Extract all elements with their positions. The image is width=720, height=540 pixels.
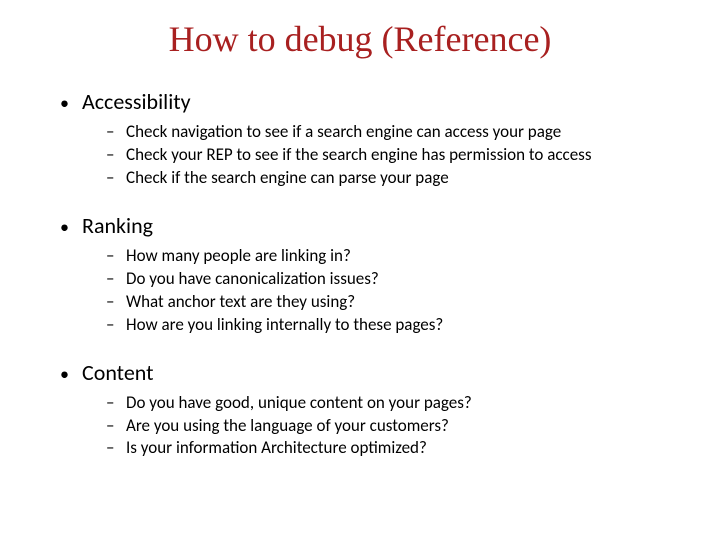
section-content: • Content –Do you have good, unique cont… [60, 359, 680, 461]
dash-icon: – [106, 245, 126, 268]
bullet-icon: • [60, 218, 82, 236]
dash-icon: – [106, 144, 126, 167]
bullet-list: • Accessibility –Check navigation to see… [40, 88, 680, 460]
section-header: • Content [60, 359, 680, 386]
item-text: How are you linking internally to these … [126, 314, 443, 337]
slide-title: How to debug (Reference) [40, 18, 680, 60]
item-text: Check navigation to see if a search engi… [126, 121, 561, 144]
list-item: –What anchor text are they using? [106, 291, 680, 314]
dash-icon: – [106, 314, 126, 337]
item-text: Check your REP to see if the search engi… [126, 144, 591, 167]
section-accessibility: • Accessibility –Check navigation to see… [60, 88, 680, 190]
sub-list: –How many people are linking in? –Do you… [60, 245, 680, 337]
dash-icon: – [106, 268, 126, 291]
section-label: Ranking [82, 212, 153, 239]
slide: How to debug (Reference) • Accessibility… [0, 0, 720, 540]
list-item: –Check navigation to see if a search eng… [106, 121, 680, 144]
list-item: –Is your information Architecture optimi… [106, 437, 680, 460]
list-item: –Do you have good, unique content on you… [106, 392, 680, 415]
dash-icon: – [106, 392, 126, 415]
section-label: Content [82, 359, 154, 386]
bullet-icon: • [60, 365, 82, 383]
item-text: How many people are linking in? [126, 245, 351, 268]
dash-icon: – [106, 167, 126, 190]
sub-list: –Do you have good, unique content on you… [60, 392, 680, 461]
list-item: –Do you have canonicalization issues? [106, 268, 680, 291]
dash-icon: – [106, 415, 126, 438]
item-text: Check if the search engine can parse you… [126, 167, 449, 190]
section-header: • Ranking [60, 212, 680, 239]
bullet-icon: • [60, 94, 82, 112]
dash-icon: – [106, 121, 126, 144]
dash-icon: – [106, 437, 126, 460]
item-text: Are you using the language of your custo… [126, 415, 449, 438]
dash-icon: – [106, 291, 126, 314]
section-ranking: • Ranking –How many people are linking i… [60, 212, 680, 337]
section-label: Accessibility [82, 88, 191, 115]
item-text: Is your information Architecture optimiz… [126, 437, 427, 460]
item-text: Do you have canonicalization issues? [126, 268, 379, 291]
list-item: –Are you using the language of your cust… [106, 415, 680, 438]
item-text: What anchor text are they using? [126, 291, 355, 314]
section-header: • Accessibility [60, 88, 680, 115]
list-item: –Check your REP to see if the search eng… [106, 144, 680, 167]
list-item: –How many people are linking in? [106, 245, 680, 268]
list-item: –Check if the search engine can parse yo… [106, 167, 680, 190]
list-item: –How are you linking internally to these… [106, 314, 680, 337]
sub-list: –Check navigation to see if a search eng… [60, 121, 680, 190]
item-text: Do you have good, unique content on your… [126, 392, 472, 415]
